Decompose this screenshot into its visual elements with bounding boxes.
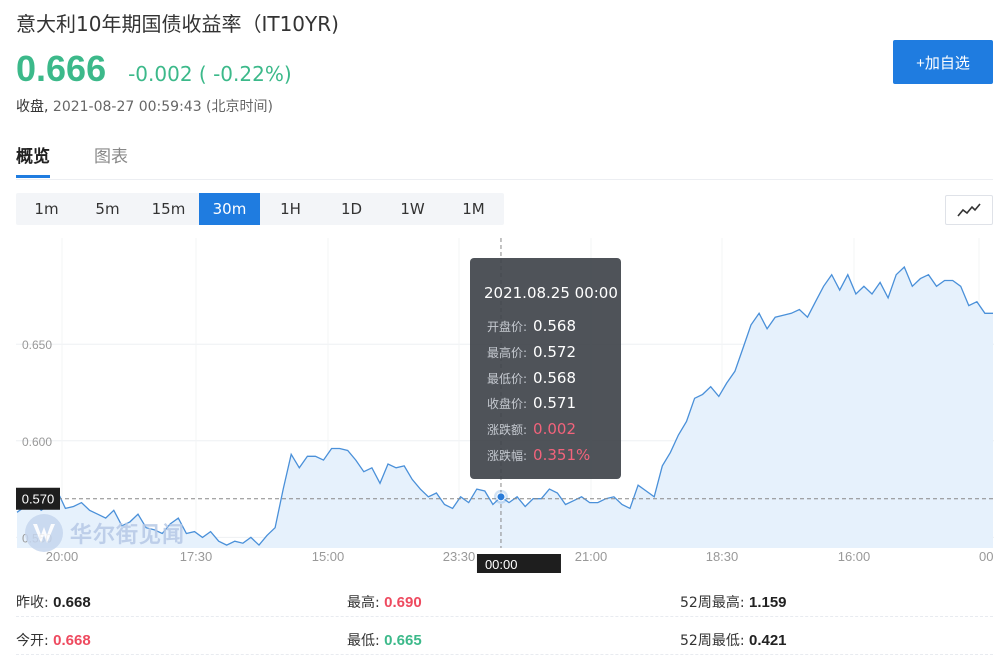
wallstreetcn-logo-icon bbox=[25, 514, 63, 552]
stat-open: 今开: 0.668 bbox=[16, 632, 91, 649]
crosshair-x-label: 00:00 bbox=[485, 557, 518, 572]
stat-prev-close: 昨收: 0.668 bbox=[16, 594, 91, 611]
x-tick-label: 21:00 bbox=[575, 549, 608, 564]
period-15m[interactable]: 15m bbox=[138, 193, 199, 225]
crosshair-y-label: 0.570 bbox=[22, 492, 55, 507]
stat-52w-high: 52周最高: 1.159 bbox=[680, 594, 787, 611]
tooltip-change-pct: 涨跌幅: 0.351% bbox=[487, 446, 591, 464]
tooltip-date: 2021.08.25 00:00 bbox=[484, 284, 618, 302]
status-label: 收盘, bbox=[16, 99, 49, 115]
x-tick-label: 23:30 bbox=[443, 549, 476, 564]
period-1w[interactable]: 1W bbox=[382, 193, 443, 225]
add-watchlist-button[interactable]: +加自选 bbox=[893, 40, 993, 84]
x-tick-label: 00:3 bbox=[979, 549, 994, 564]
current-price: 0.666 bbox=[16, 48, 107, 89]
y-tick-label: 0.600 bbox=[22, 435, 52, 449]
x-tick-label: 15:00 bbox=[312, 549, 345, 564]
period-1mo[interactable]: 1M bbox=[443, 193, 504, 225]
tab-overview[interactable]: 概览 bbox=[16, 142, 50, 178]
market-status: 收盘, 2021-08-27 00:59:43 (北京时间) bbox=[16, 96, 273, 116]
stats-row: 今开: 0.668 最低: 0.665 52周最低: 0.421 bbox=[16, 621, 993, 655]
tooltip-low: 最低价: 0.568 bbox=[487, 369, 576, 387]
content-tabs: 概览 图表 bbox=[16, 142, 993, 180]
y-tick-label: 0.650 bbox=[22, 338, 52, 352]
stat-52w-low: 52周最低: 0.421 bbox=[680, 632, 787, 649]
price-change: -0.002 ( -0.22%) bbox=[128, 62, 292, 86]
period-1m[interactable]: 1m bbox=[16, 193, 77, 225]
x-tick-label: 16:00 bbox=[838, 549, 871, 564]
tooltip-open: 开盘价: 0.568 bbox=[487, 317, 576, 335]
period-1d[interactable]: 1D bbox=[321, 193, 382, 225]
period-selector: 1m 5m 15m 30m 1H 1D 1W 1M bbox=[16, 193, 504, 225]
quote-timestamp: 2021-08-27 00:59:43 (北京时间) bbox=[52, 99, 273, 115]
x-tick-label: 18:30 bbox=[706, 549, 739, 564]
line-chart-icon bbox=[957, 203, 981, 217]
stat-low: 最低: 0.665 bbox=[347, 632, 422, 649]
price-row: 0.666 -0.002 ( -0.22%) bbox=[16, 48, 292, 90]
stat-high: 最高: 0.690 bbox=[347, 594, 422, 611]
tooltip-close: 收盘价: 0.571 bbox=[487, 394, 576, 412]
tab-chart[interactable]: 图表 bbox=[94, 142, 128, 175]
stats-row: 昨收: 0.668 最高: 0.690 52周最高: 1.159 bbox=[16, 583, 993, 617]
period-30m[interactable]: 30m bbox=[199, 193, 260, 225]
period-1h[interactable]: 1H bbox=[260, 193, 321, 225]
chart-type-button[interactable] bbox=[945, 195, 993, 225]
tooltip-high: 最高价: 0.572 bbox=[487, 343, 576, 361]
crosshair-point bbox=[496, 492, 506, 502]
watermark-logo: 华尔街见闻 bbox=[24, 513, 185, 553]
ohlc-tooltip: 2021.08.25 00:00 开盘价: 0.568 最高价: 0.572 最低价… bbox=[470, 258, 621, 479]
watermark-text: 华尔街见闻 bbox=[70, 522, 186, 548]
period-5m[interactable]: 5m bbox=[77, 193, 138, 225]
instrument-title: 意大利10年期国债收益率（IT10YR) bbox=[16, 12, 339, 36]
tooltip-change: 涨跌额: 0.002 bbox=[487, 420, 576, 438]
